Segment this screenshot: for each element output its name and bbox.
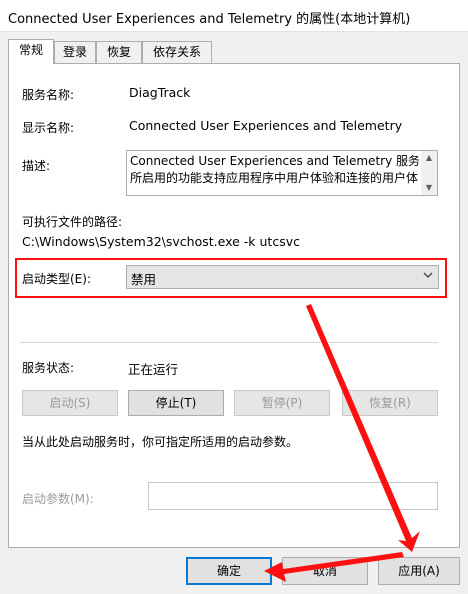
exe-path-label: 可执行文件的路径:: [22, 215, 123, 229]
service-name-value: DiagTrack: [129, 85, 191, 100]
service-name-label: 服务名称:: [22, 88, 75, 102]
service-status-label: 服务状态:: [22, 361, 75, 375]
description-line-1: Connected User Experiences and Telemetry…: [130, 154, 420, 168]
scroll-down-icon[interactable]: ▼: [421, 181, 437, 195]
description-line-2: 所启用的功能支持应用程序中用户体验和连接的用户体: [130, 171, 419, 185]
startup-type-highlight: [15, 258, 447, 298]
service-status-value: 正在运行: [128, 362, 179, 377]
start-button[interactable]: 启动(S): [22, 390, 118, 416]
resume-button[interactable]: 恢复(R): [342, 390, 438, 416]
scroll-up-icon[interactable]: ▲: [421, 151, 437, 165]
description-text: Connected User Experiences and Telemetry…: [130, 153, 420, 187]
exe-path-value: C:\Windows\System32\svchost.exe -k utcsv…: [22, 234, 300, 249]
stop-button[interactable]: 停止(T): [128, 390, 224, 416]
display-name-value: Connected User Experiences and Telemetry: [129, 118, 403, 133]
description-label: 描述:: [22, 159, 51, 173]
start-params-input[interactable]: [148, 482, 438, 510]
description-scrollbar[interactable]: ▲ ▼: [421, 151, 437, 195]
separator: [20, 342, 438, 343]
start-params-hint: 当从此处启动服务时，你可指定所适用的启动参数。: [22, 435, 299, 449]
display-name-label: 显示名称:: [22, 121, 75, 135]
start-params-label: 启动参数(M):: [22, 492, 94, 506]
description-box[interactable]: Connected User Experiences and Telemetry…: [126, 150, 438, 196]
pause-button[interactable]: 暂停(P): [234, 390, 330, 416]
